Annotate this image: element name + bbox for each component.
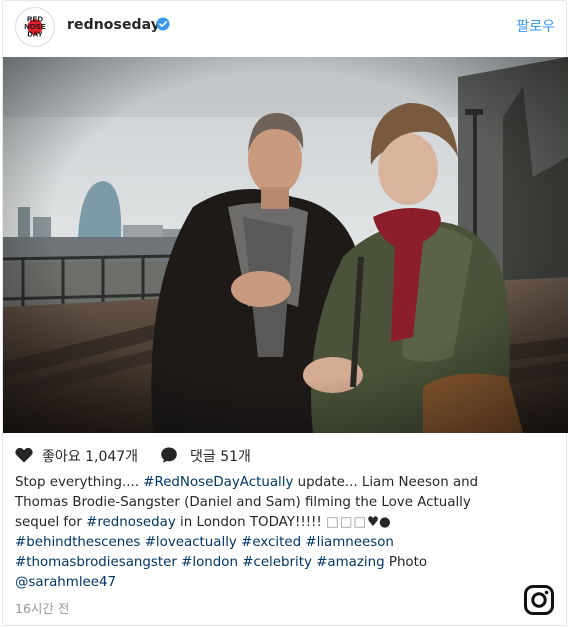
likes-count[interactable]: 좋아요 1,047개: [42, 446, 138, 466]
caption-line-3: sequel for #rednoseday in London TODAY!!…: [15, 513, 515, 533]
caption-line-5: #thomasbrodiesangster #london #celebrity…: [15, 553, 515, 573]
photo-two-men-on-bench: [3, 57, 568, 433]
caption-line-2: Thomas Brodie-Sangster (Daniel and Sam) …: [15, 493, 515, 513]
caption-line-4: #behindthescenes #loveactually #excited …: [15, 533, 515, 553]
hashtag-link[interactable]: #thomasbrodiesangster: [15, 555, 177, 570]
post-actions: 좋아요 1,047개 댓글 51개: [15, 444, 555, 466]
username-link[interactable]: rednoseday: [67, 17, 160, 33]
caption-text: in London TODAY!!!!!: [175, 515, 327, 530]
instagram-post-card: RED NOSE DAY rednoseday 팔로우 좋아요 1,047개 댓…: [2, 0, 568, 626]
post-photo[interactable]: [3, 57, 568, 433]
caption-text: Photo: [384, 555, 428, 570]
caption-text: Stop everything....: [15, 475, 144, 490]
hashtag-link[interactable]: #celebrity: [242, 555, 312, 570]
hashtag-link[interactable]: #excited: [241, 535, 301, 550]
instagram-logo-icon[interactable]: [523, 584, 555, 616]
caption-text: sequel for: [15, 515, 87, 530]
hashtag-link[interactable]: #RedNoseDayActually: [143, 475, 293, 490]
mention-link[interactable]: @sarahmlee47: [15, 575, 116, 590]
heart-icon[interactable]: [15, 447, 33, 463]
emoji-placeholder: □□□: [326, 515, 368, 530]
hashtag-link[interactable]: #liamneeson: [305, 535, 394, 550]
post-caption: Stop everything.... #RedNoseDayActually …: [15, 473, 515, 593]
rednoseday-logo: RED NOSE DAY: [16, 8, 54, 46]
follow-button[interactable]: 팔로우: [516, 16, 555, 36]
hashtag-link[interactable]: #amazing: [316, 555, 384, 570]
caption-line-1: Stop everything.... #RedNoseDayActually …: [15, 473, 515, 493]
caption-line-6: @sarahmlee47: [15, 573, 515, 593]
hashtag-link[interactable]: #london: [181, 555, 238, 570]
hashtag-link[interactable]: #loveactually: [145, 535, 237, 550]
caption-text: Thomas Brodie-Sangster (Daniel and Sam) …: [15, 495, 471, 510]
comment-bubble-icon[interactable]: [160, 446, 178, 464]
caption-text: update... Liam Neeson and: [293, 475, 479, 490]
emoji-heart-circle: ♥●: [367, 515, 391, 530]
hashtag-link[interactable]: #behindthescenes: [15, 535, 140, 550]
post-timestamp[interactable]: 16시간 전: [15, 598, 69, 617]
post-header: RED NOSE DAY rednoseday 팔로우: [3, 1, 566, 55]
avatar[interactable]: RED NOSE DAY: [15, 7, 55, 47]
hashtag-link[interactable]: #rednoseday: [86, 515, 176, 530]
svg-text:DAY: DAY: [27, 30, 42, 39]
verified-badge-icon: [156, 17, 170, 31]
comments-count[interactable]: 댓글 51개: [190, 446, 251, 466]
